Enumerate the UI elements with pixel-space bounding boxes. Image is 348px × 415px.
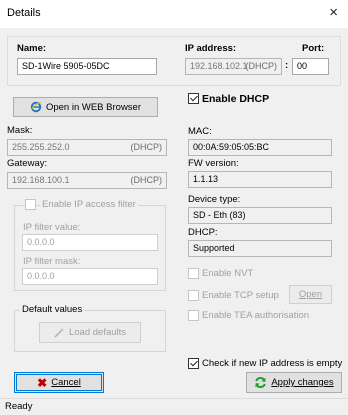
check-empty-ip-checkbox[interactable] xyxy=(188,358,199,369)
x-icon: ✖ xyxy=(37,375,48,390)
port-label: Port: xyxy=(302,43,325,54)
status-bar: Ready xyxy=(0,398,348,415)
device-type-label: Device type: xyxy=(188,194,241,205)
load-defaults-button[interactable]: Load defaults xyxy=(39,322,141,343)
enable-nvt-label: Enable NVT xyxy=(202,268,254,279)
ip-filter-mask-field[interactable]: 0.0.0.0 xyxy=(22,268,158,285)
port-separator: : xyxy=(285,60,289,71)
ip-dhcp-tag: (DHCP) xyxy=(245,61,278,71)
enable-nvt-checkbox[interactable] xyxy=(188,268,199,279)
open-button[interactable]: Open xyxy=(289,285,332,304)
cancel-label: Cancel xyxy=(51,377,81,388)
name-label: Name: xyxy=(17,43,47,54)
apply-changes-button[interactable]: Apply changes xyxy=(246,372,342,393)
open-button-label: Open xyxy=(298,289,323,300)
close-icon[interactable]: × xyxy=(329,4,338,22)
apply-changes-label: Apply changes xyxy=(271,377,334,388)
gateway-value: 192.168.100.1 xyxy=(12,175,70,185)
dhcp-label: DHCP: xyxy=(188,227,218,238)
mac-field: 00:0A:59:05:05:BC xyxy=(188,139,332,156)
mask-label: Mask: xyxy=(7,125,33,136)
fw-version-field: 1.1.13 xyxy=(188,171,332,188)
dhcp-field: Supported xyxy=(188,240,332,257)
status-text: Ready xyxy=(5,401,33,412)
enable-dhcp-checkbox[interactable] xyxy=(188,93,199,104)
mask-dhcp-tag: (DHCP) xyxy=(130,142,163,152)
enable-tea-label: Enable TEA authorisation xyxy=(202,310,310,321)
mask-value: 255.255.252.0 xyxy=(12,142,70,152)
open-browser-button[interactable]: Open in WEB Browser xyxy=(13,97,158,117)
internet-explorer-icon xyxy=(30,101,42,113)
title-bar: Details × xyxy=(0,0,348,28)
gateway-dhcp-tag: (DHCP) xyxy=(130,175,163,185)
ip-address-value: 192.168.102.1 xyxy=(190,61,248,71)
enable-tcp-setup-checkbox[interactable] xyxy=(188,290,199,301)
name-field[interactable]: SD-1Wire 5905-05DC xyxy=(17,58,157,75)
cancel-button[interactable]: ✖ Cancel xyxy=(14,372,104,393)
ip-filter-mask-label: IP filter mask: xyxy=(23,256,81,267)
open-browser-label: Open in WEB Browser xyxy=(45,101,142,113)
default-values-label: Default values xyxy=(20,304,85,315)
device-type-field: SD - Eth (83) xyxy=(188,207,332,224)
enable-tea-checkbox[interactable] xyxy=(188,310,199,321)
ip-filter-value-field[interactable]: 0.0.0.0 xyxy=(22,234,158,251)
enable-ip-filter-label: Enable IP access filter xyxy=(40,199,138,210)
wand-icon xyxy=(54,327,65,338)
ip-address-field[interactable]: 192.168.102.1 (DHCP) xyxy=(185,58,282,75)
gateway-field[interactable]: 192.168.100.1 (DHCP) xyxy=(7,172,167,189)
refresh-icon xyxy=(255,376,267,389)
port-field[interactable]: 00 xyxy=(292,58,329,75)
ip-address-label: IP address: xyxy=(185,43,237,54)
enable-dhcp-label: Enable DHCP xyxy=(202,93,270,105)
enable-tcp-setup-label: Enable TCP setup xyxy=(202,290,279,301)
enable-ip-filter-checkbox[interactable] xyxy=(25,199,36,210)
gateway-label: Gateway: xyxy=(7,158,48,169)
load-defaults-label: Load defaults xyxy=(68,327,127,338)
fw-version-label: FW version: xyxy=(188,158,239,169)
check-empty-ip-label: Check if new IP address is empty xyxy=(202,358,343,369)
ip-filter-value-label: IP filter value: xyxy=(23,222,81,233)
mac-label: MAC: xyxy=(188,126,212,137)
mask-field[interactable]: 255.255.252.0 (DHCP) xyxy=(7,139,167,156)
window-title: Details xyxy=(7,7,41,19)
